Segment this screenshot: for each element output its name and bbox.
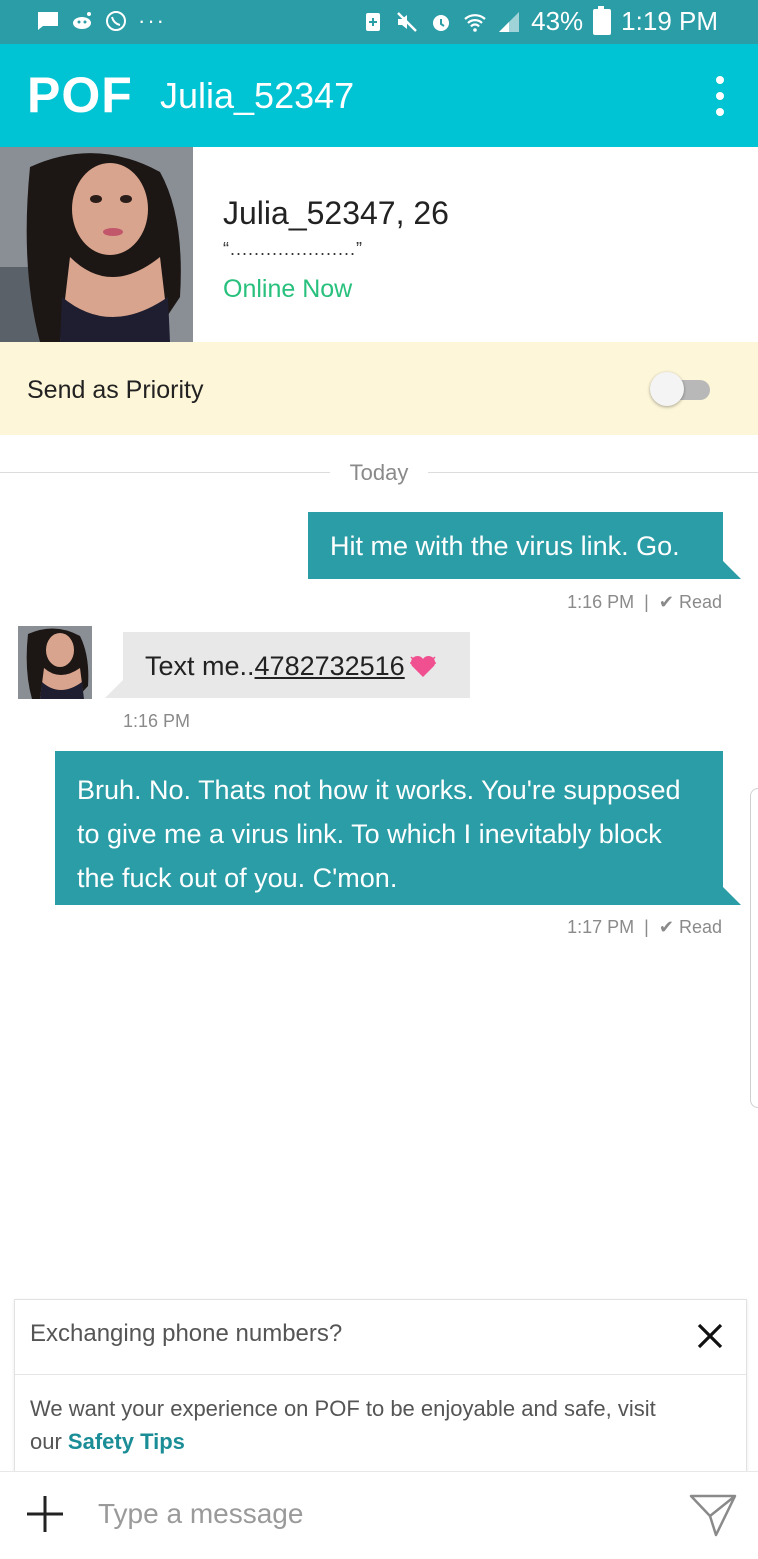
divider	[15, 1374, 746, 1375]
safety-notice: Exchanging phone numbers? We want your e…	[14, 1299, 747, 1473]
message-meta: 1:16 PM | ✔ Read	[567, 592, 722, 613]
toggle-knob	[650, 372, 684, 406]
phone-number-link[interactable]: 4782732516	[255, 651, 405, 681]
battery-percent: 43%	[531, 6, 584, 36]
overflow-menu-icon[interactable]	[712, 76, 728, 116]
read-receipt: Read	[678, 917, 722, 937]
app-bar: POF Julia_52347	[0, 44, 758, 147]
more-dots-icon: ···	[138, 8, 166, 33]
message-composer	[0, 1471, 758, 1559]
incoming-message[interactable]: Text me..4782732516	[105, 632, 470, 698]
safety-notice-title: Exchanging phone numbers?	[30, 1320, 343, 1347]
safety-tips-link[interactable]: Safety Tips	[68, 1429, 185, 1454]
message-icon	[38, 12, 58, 30]
priority-label: Send as Priority	[27, 376, 204, 404]
read-receipt: Read	[678, 592, 722, 612]
safety-notice-body: We want your experience on POF to be enj…	[30, 1392, 670, 1458]
status-bar: ··· 43% 1:19 PM	[0, 0, 758, 44]
battery-icon	[593, 5, 612, 35]
add-attachment-icon[interactable]	[25, 1494, 65, 1534]
sender-avatar[interactable]	[18, 626, 92, 699]
profile-summary[interactable]: Julia_52347, 26 “.....................” …	[0, 147, 758, 343]
message-text: Hit me with the virus link. Go.	[330, 531, 680, 561]
signal-icon	[499, 11, 520, 32]
notification-icons: ···	[36, 8, 166, 34]
battery-saver-icon	[366, 12, 381, 31]
profile-photo[interactable]	[0, 147, 193, 342]
message-text: Bruh. No. Thats not how it works. You're…	[77, 775, 681, 893]
message-text: Text me..	[145, 651, 255, 681]
message-time: 1:17 PM	[567, 917, 635, 937]
read-check-icon: ✔	[658, 592, 674, 612]
priority-bar: Send as Priority	[0, 342, 758, 435]
sparkling-heart-icon	[409, 655, 436, 677]
message-time: 1:16 PM	[123, 711, 191, 731]
divider-line	[0, 472, 330, 473]
profile-name-age: Julia_52347, 26	[223, 195, 449, 231]
send-icon[interactable]	[688, 1492, 738, 1538]
online-status: Online Now	[223, 275, 353, 303]
mute-icon	[397, 11, 418, 32]
meta-separator: |	[644, 592, 649, 612]
priority-toggle[interactable]	[650, 371, 712, 406]
message-meta: 1:16 PM	[123, 711, 190, 732]
message-input[interactable]	[98, 1492, 658, 1536]
outgoing-message[interactable]: Hit me with the virus link. Go.	[308, 512, 741, 579]
reddit-icon	[73, 12, 91, 29]
conversation-title: Julia_52347	[160, 75, 355, 116]
clock: 1:19 PM	[621, 6, 718, 36]
divider-line	[428, 472, 758, 473]
whatsapp-icon	[106, 11, 126, 31]
close-icon[interactable]	[694, 1320, 726, 1352]
meta-separator: |	[644, 917, 649, 937]
message-meta: 1:17 PM | ✔ Read	[567, 917, 722, 938]
day-divider: Today	[0, 458, 758, 488]
system-icons: 43% 1:19 PM	[361, 5, 718, 37]
alarm-icon	[433, 14, 450, 31]
scrollbar[interactable]	[750, 788, 758, 1108]
day-label: Today	[349, 460, 409, 485]
outgoing-message[interactable]: Bruh. No. Thats not how it works. You're…	[55, 751, 741, 905]
message-time: 1:16 PM	[567, 592, 635, 612]
pof-logo[interactable]: POF	[27, 66, 133, 124]
wifi-icon	[464, 13, 486, 32]
profile-headline: “.....................”	[223, 239, 364, 259]
read-check-icon: ✔	[658, 917, 674, 937]
